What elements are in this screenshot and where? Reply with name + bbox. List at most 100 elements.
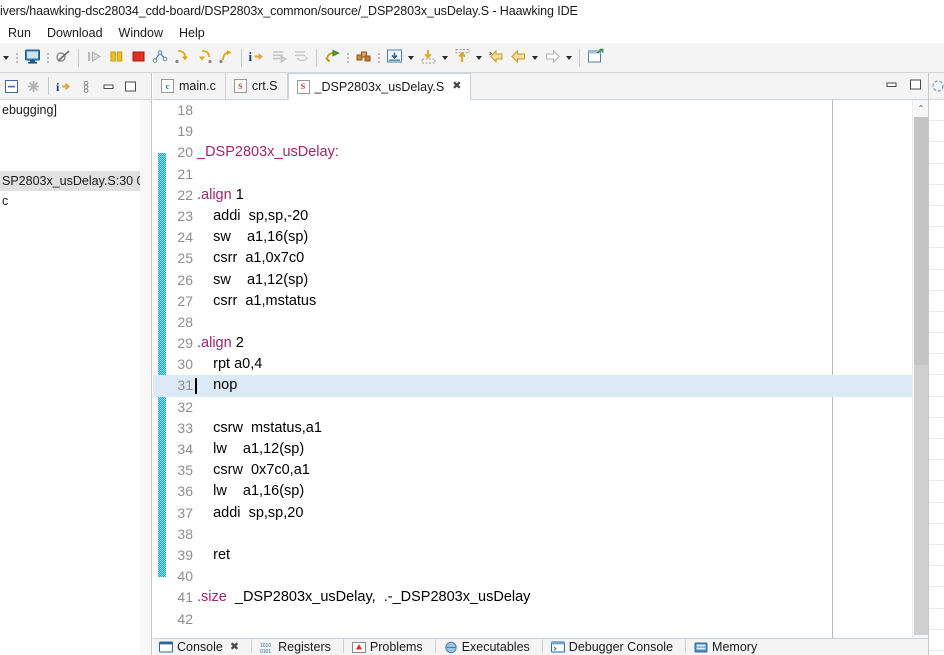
toolbar-forward[interactable] [541, 46, 563, 70]
toolbar-download-arrow[interactable] [439, 46, 451, 70]
code-line[interactable]: 21 [153, 164, 928, 185]
maximize-button[interactable] [119, 74, 141, 98]
code-line[interactable]: 27 csrr a1,mstatus [153, 291, 928, 312]
toolbar-terminate[interactable] [127, 46, 149, 70]
debug-tree-row[interactable]: c [0, 191, 151, 211]
toolbar-new-window[interactable] [584, 46, 606, 70]
menu-item-download[interactable]: Download [39, 24, 111, 42]
code-line[interactable]: 23 addi sp,sp,-20 [153, 206, 928, 227]
toolbar-disconnect[interactable] [149, 46, 171, 70]
toolbar-back-marker[interactable] [485, 46, 507, 70]
toolbar-build-all[interactable] [352, 46, 374, 70]
code-line[interactable]: 42 [153, 609, 928, 630]
code-line[interactable]: 25 csrr a1,0x7c0 [153, 248, 928, 269]
code-line[interactable]: 20 _DSP2803x_usDelay: [153, 142, 928, 163]
toolbar-upload[interactable] [451, 46, 473, 70]
editor-tab-main-c[interactable]: c main.c [153, 73, 226, 99]
code-line[interactable]: 18 [153, 100, 928, 121]
right-panel-row [929, 609, 944, 630]
toolbar-step-return[interactable] [215, 46, 237, 70]
debug-stack-tree[interactable]: ebugging] SP2803x_usDelay.S:30 0x10(c [0, 100, 151, 655]
bottom-view-tab-problems[interactable]: Problems [346, 639, 433, 654]
debug-tree-row[interactable] [0, 120, 151, 171]
bottom-view-tab-console[interactable]: Console ✖ [153, 639, 249, 654]
code-line-current[interactable]: 31 nop [153, 375, 928, 397]
menu-item-help[interactable]: Help [171, 24, 213, 42]
toolbar-info[interactable]: i [246, 46, 268, 70]
toolbar-load-program[interactable] [383, 46, 405, 70]
toolbar-instruction-stepping[interactable] [268, 46, 290, 70]
code-line[interactable]: 38 [153, 524, 928, 545]
toolbar-skip-breakpoints[interactable] [52, 46, 74, 70]
close-icon[interactable]: ✖ [452, 81, 461, 92]
editor-minimize-button[interactable] [882, 75, 900, 93]
code-line[interactable]: 35 csrw 0x7c0,a1 [153, 460, 928, 481]
toolbar-back[interactable] [507, 46, 529, 70]
toolbar-step-over[interactable] [193, 46, 215, 70]
code-line[interactable]: 36 lw a1,16(sp) [153, 481, 928, 502]
toolbar-drop-to-frame[interactable] [290, 46, 312, 70]
code-line[interactable]: 29 .align 2 [153, 333, 928, 354]
code-line[interactable]: 32 [153, 397, 928, 418]
right-panel-row [929, 439, 944, 461]
source-code-view[interactable]: 18 19 20 _DSP2803x_usDelay: 21 22 .align 1 23 a… [153, 100, 928, 655]
minimize-button[interactable] [97, 74, 119, 98]
debug-tree-row[interactable]: ebugging] [0, 100, 151, 120]
editor-tab-crt-s[interactable]: Scrt.S [225, 73, 288, 99]
toolbar-drag-handle[interactable] [376, 49, 381, 67]
code-text: csrr a1,mstatus [197, 292, 317, 309]
editor-maximize-button[interactable] [906, 75, 924, 93]
toolbar-back-arrow[interactable] [529, 46, 541, 70]
editor-tab-dsp2803x-usdelay-s[interactable]: S _DSP2803x_usDelay.S ✖ [287, 73, 472, 100]
editor-vertical-scrollbar[interactable]: ⌃ ⌄ [912, 100, 928, 655]
toolbar-download[interactable] [417, 46, 439, 70]
vertical-scroll-thumb[interactable] [914, 117, 928, 365]
toolbar-drag-handle[interactable] [45, 49, 50, 67]
collapse-all-button[interactable] [0, 74, 22, 98]
toolbar-dropdown-arrow[interactable] [0, 46, 12, 70]
right-panel-row [929, 312, 944, 334]
menu-item-run[interactable]: Run [0, 24, 39, 42]
code-line[interactable]: 33 csrw mstatus,a1 [153, 418, 928, 439]
code-line[interactable]: 19 [153, 121, 928, 142]
toolbar-build[interactable] [321, 46, 343, 70]
toolbar-resume[interactable] [83, 46, 105, 70]
bottom-view-tab-debugger-console[interactable]: Debugger Console [545, 639, 683, 654]
code-line[interactable]: 39 ret [153, 545, 928, 566]
scroll-up-arrow[interactable]: ⌃ [913, 100, 928, 116]
vertical-scroll-track-lower[interactable] [914, 365, 928, 635]
instruction-stepping-icon [271, 48, 288, 68]
close-icon[interactable]: ✖ [230, 641, 239, 653]
view-menu-button[interactable] [75, 74, 97, 98]
code-line[interactable]: 34 lw a1,12(sp) [153, 439, 928, 460]
toolbar-upload-arrow[interactable] [473, 46, 485, 70]
code-line[interactable]: 40 [153, 566, 928, 587]
code-line[interactable]: 41 .size _DSP2803x_usDelay, .-_DSP2803x_u… [153, 587, 928, 608]
menu-item-window[interactable]: Window [111, 24, 171, 42]
debug-stack-frame-selected[interactable]: SP2803x_usDelay.S:30 0x10( [0, 171, 151, 191]
code-lines[interactable]: 18 19 20 _DSP2803x_usDelay: 21 22 .align 1 23 a… [153, 100, 928, 630]
code-line[interactable]: 37 addi sp,sp,20 [153, 503, 928, 524]
view-info-button[interactable]: i [53, 74, 75, 98]
skip-breakpoints-icon [55, 48, 72, 68]
toolbar-drag-handle[interactable] [14, 49, 19, 67]
toolbar-suspend[interactable] [105, 46, 127, 70]
bottom-view-tab-label: Memory [712, 640, 758, 654]
code-line[interactable]: 30 rpt a0,4 [153, 354, 928, 375]
code-line[interactable]: 26 sw a1,12(sp) [153, 270, 928, 291]
debug-panel-vertical-scrollbar[interactable] [140, 100, 151, 655]
toolbar-load-program-arrow[interactable] [405, 46, 417, 70]
code-line[interactable]: 22 .align 1 [153, 185, 928, 206]
right-panel-row [929, 100, 944, 122]
bottom-view-tab-memory[interactable]: Memory [688, 639, 767, 654]
toolbar-debug[interactable] [21, 46, 43, 70]
bottom-view-tab-registers[interactable]: 1010 0101 Registers [254, 639, 341, 654]
bottom-view-tab-executables[interactable]: Executables [438, 639, 540, 654]
remove-terminated-button[interactable] [22, 74, 44, 98]
toolbar-drag-handle[interactable] [345, 49, 350, 67]
code-line[interactable]: 24 sw a1,16(sp) [153, 227, 928, 248]
asm-file-icon: S [233, 79, 247, 93]
toolbar-forward-arrow[interactable] [563, 46, 575, 70]
toolbar-step-into[interactable] [171, 46, 193, 70]
code-line[interactable]: 28 [153, 312, 928, 333]
